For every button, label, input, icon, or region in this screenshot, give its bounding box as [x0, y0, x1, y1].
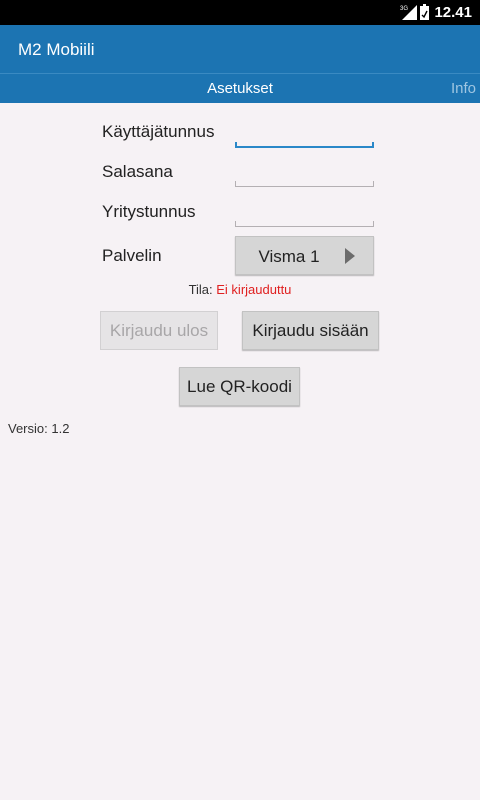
action-bar: M2 Mobiili — [0, 25, 480, 73]
status-label: Tila: — [188, 282, 213, 297]
username-field[interactable] — [235, 124, 374, 142]
password-field-underline — [235, 181, 374, 187]
version-text: Versio: 1.2 — [8, 421, 70, 436]
password-field[interactable] — [235, 164, 374, 182]
battery-icon — [420, 4, 429, 20]
server-selected-value: Visma 1 — [258, 247, 320, 266]
network-type-label: 3G — [400, 6, 408, 12]
login-status: Tila: Ei kirjauduttu — [0, 282, 480, 297]
username-label: Käyttäjätunnus — [102, 122, 215, 141]
logout-button[interactable]: Kirjaudu ulos — [100, 311, 218, 350]
server-label: Palvelin — [102, 246, 162, 265]
read-qr-code-button[interactable]: Lue QR-koodi — [179, 367, 300, 406]
status-bar: 3G 12.41 — [0, 0, 480, 25]
tab-bar: Asetukset Info — [0, 73, 480, 103]
dropdown-arrow-icon — [345, 248, 355, 264]
tab-info[interactable]: Info — [451, 80, 476, 97]
company-id-field-underline — [235, 221, 374, 227]
password-label: Salasana — [102, 162, 173, 181]
signal-icon: 3G — [400, 5, 417, 20]
tab-settings[interactable]: Asetukset — [190, 80, 290, 97]
company-id-label: Yritystunnus — [102, 202, 196, 221]
login-button[interactable]: Kirjaudu sisään — [242, 311, 379, 350]
username-field-underline — [235, 142, 374, 148]
server-dropdown[interactable]: Visma 1 — [235, 236, 374, 275]
company-id-field[interactable] — [235, 204, 374, 222]
app-title: M2 Mobiili — [18, 40, 95, 59]
clock: 12.41 — [434, 4, 472, 21]
status-value: Ei kirjauduttu — [216, 282, 292, 297]
